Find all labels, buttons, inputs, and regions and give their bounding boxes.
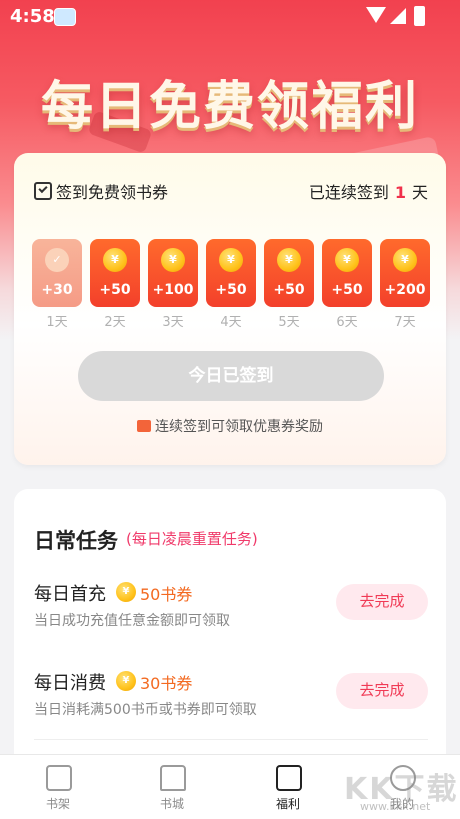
task-name: 每日首充 [34, 584, 106, 605]
coin-icon: ¥ [116, 582, 136, 602]
coin-icon: ¥ [335, 248, 359, 272]
day-4[interactable]: ¥ +50 4天 [206, 239, 256, 330]
task-reward: 30书券 [140, 674, 193, 693]
day-2[interactable]: ¥ +50 2天 [90, 239, 140, 330]
task-item: 每日消费 ¥ 30书券 当日消耗满500书币或书券即可领取 去完成 [34, 669, 434, 729]
battery-icon [414, 6, 425, 26]
coin-icon: ¥ [393, 248, 417, 272]
coin-icon: ¥ [116, 671, 136, 691]
daily-tasks-card: 日常任务 (每日凌晨重置任务) 每日首充 ¥ 50书券 当日成功充值任意金额即可… [14, 489, 446, 779]
tasks-title: 日常任务 [34, 529, 118, 553]
nav-bookstore[interactable]: 书城 [126, 755, 218, 819]
day-label: 6天 [336, 315, 358, 330]
signed-today-button[interactable]: 今日已签到 [78, 351, 384, 401]
day-tile: ¥ +200 [380, 239, 430, 307]
wifi-icon [366, 7, 386, 23]
day-amount: +50 [273, 282, 305, 298]
sign-in-card: 签到免费领书券 已连续签到 1 天 ✓ +30 1天 ¥ +50 2天 ¥ +100… [14, 153, 446, 465]
nav-label: 福利 [275, 797, 300, 811]
nav-welfare[interactable]: 福利 [242, 755, 334, 819]
day-tile: ¥ +50 [90, 239, 140, 307]
gift-icon [137, 420, 151, 432]
check-coin-icon: ✓ [45, 248, 69, 272]
day-label: 2天 [104, 315, 126, 330]
day-tile: ¥ +50 [264, 239, 314, 307]
task-item: 每日首充 ¥ 50书券 当日成功充值任意金额即可领取 去完成 [34, 580, 434, 640]
day-amount: +30 [41, 282, 73, 298]
sign-in-title: 签到免费领书券 [56, 183, 169, 202]
day-amount: +50 [99, 282, 131, 298]
bookshelf-icon [46, 765, 72, 791]
bookstore-icon [160, 765, 186, 791]
task-name: 每日消费 [34, 673, 106, 694]
day-label: 3天 [162, 315, 184, 330]
status-bar: 4:58 [0, 0, 460, 32]
streak-text: 已连续签到 1 天 [309, 179, 428, 203]
day-label: 4天 [220, 315, 242, 330]
coin-icon: ¥ [277, 248, 301, 272]
day-tile: ¥ +50 [206, 239, 256, 307]
day-tile: ¥ +50 [322, 239, 372, 307]
day-amount: +50 [331, 282, 363, 298]
app-notification-icon [54, 8, 76, 26]
sign-in-hint: 连续签到可领取优惠券奖励 [14, 416, 446, 436]
nav-bookshelf[interactable]: 书架 [12, 755, 104, 819]
banner-title: 每日免费领福利 [40, 77, 419, 137]
coin-icon: ¥ [219, 248, 243, 272]
status-time: 4:58 [10, 6, 55, 27]
day-7[interactable]: ¥ +200 7天 [380, 239, 430, 330]
streak-prefix: 已连续签到 [308, 183, 389, 202]
watermark-url: www.kkx.net [360, 800, 431, 813]
nav-label: 书城 [159, 797, 184, 811]
gift-icon [276, 765, 302, 791]
day-amount: +50 [215, 282, 247, 298]
day-label: 1天 [46, 315, 68, 330]
day-tile: ¥ +100 [148, 239, 198, 307]
coin-icon: ¥ [103, 248, 127, 272]
day-label: 7天 [394, 315, 416, 330]
calendar-check-icon [34, 182, 52, 200]
hint-text: 连续签到可领取优惠券奖励 [155, 419, 323, 435]
day-amount: +100 [152, 282, 194, 298]
task-reward: 50书券 [140, 585, 193, 604]
streak-count: 1 [394, 183, 406, 202]
task-description: 当日消耗满500书币或书券即可领取 [34, 702, 257, 718]
nav-label: 书架 [45, 797, 70, 811]
go-complete-button[interactable]: 去完成 [336, 673, 428, 709]
day-3[interactable]: ¥ +100 3天 [148, 239, 198, 330]
coin-icon: ¥ [161, 248, 185, 272]
signal-icon [390, 8, 406, 24]
day-label: 5天 [278, 315, 300, 330]
day-1[interactable]: ✓ +30 1天 [32, 239, 82, 330]
sign-in-days: ✓ +30 1天 ¥ +50 2天 ¥ +100 3天 ¥ +50 4天 ¥ +… [32, 239, 432, 330]
day-tile: ✓ +30 [32, 239, 82, 307]
divider [34, 739, 428, 740]
tasks-subtitle: (每日凌晨重置任务) [126, 530, 258, 548]
day-5[interactable]: ¥ +50 5天 [264, 239, 314, 330]
streak-suffix: 天 [411, 183, 428, 202]
day-amount: +200 [384, 282, 426, 298]
task-description: 当日成功充值任意金额即可领取 [34, 613, 230, 629]
go-complete-button[interactable]: 去完成 [336, 584, 428, 620]
day-6[interactable]: ¥ +50 6天 [322, 239, 372, 330]
